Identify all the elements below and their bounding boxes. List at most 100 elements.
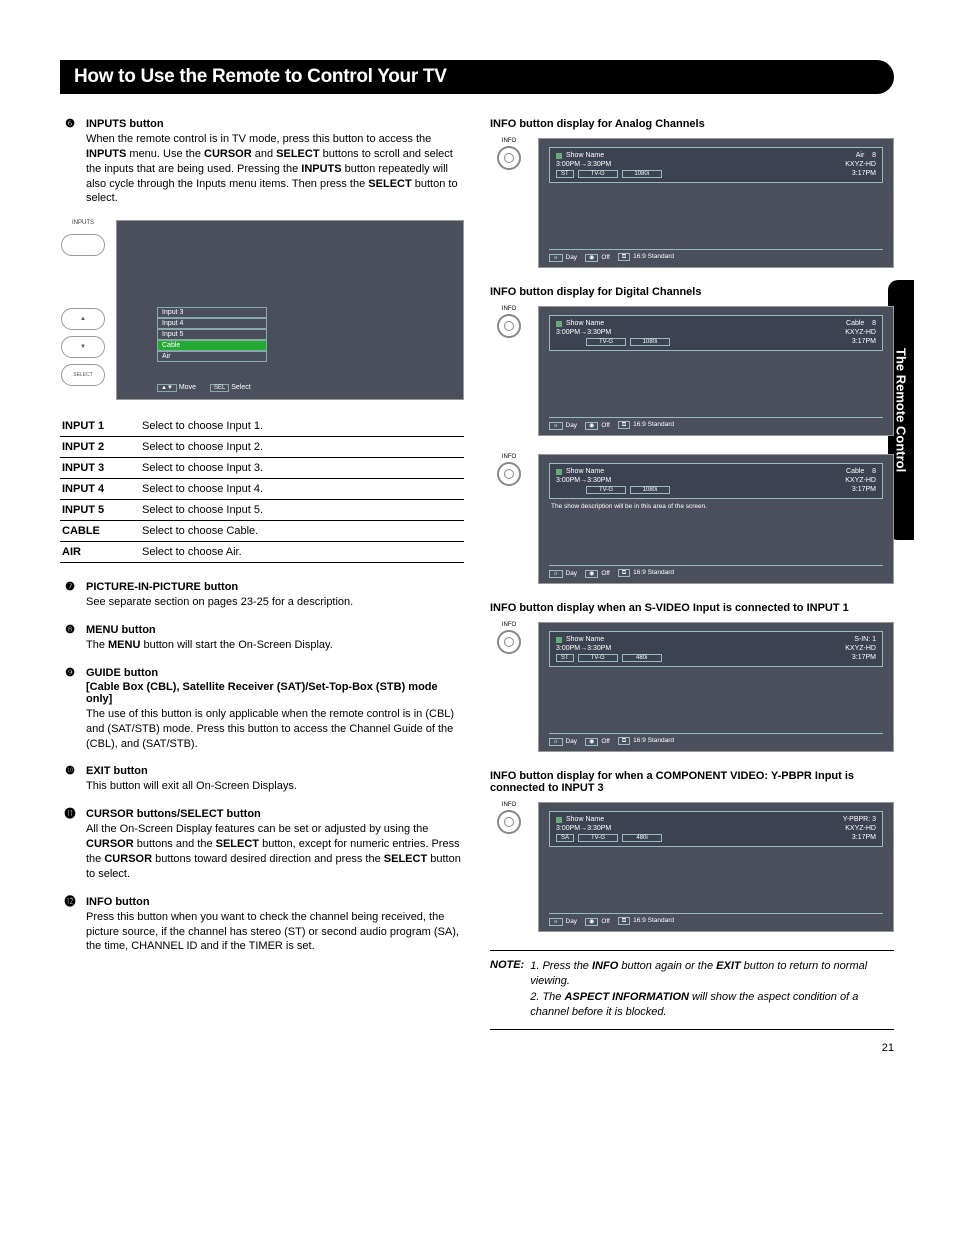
note-item-1: 1. Press the INFO button again or the EX… — [530, 959, 894, 990]
hint-sel: Select — [231, 384, 250, 391]
remote-up-button[interactable]: ▲ — [61, 308, 105, 330]
aspect-key-icon: ⧉ — [618, 917, 630, 925]
remote-info-button[interactable] — [497, 314, 521, 338]
channel-id: KXYZ-HD — [845, 161, 876, 168]
table-row: INPUT 3Select to choose Input 3. — [60, 458, 464, 479]
off-key-icon: ◉ — [585, 918, 598, 926]
heading-info-ypbpr: INFO button display for when a COMPONENT… — [490, 770, 894, 794]
bullet-12: ⓬ — [60, 896, 80, 955]
clock: 3:17PM — [852, 170, 876, 178]
channel-number: 8 — [872, 152, 876, 159]
text-pip-button: See separate section on pages 23-25 for … — [86, 595, 464, 610]
remote-info-button[interactable] — [497, 810, 521, 834]
info-remote-label: INFO — [490, 802, 528, 808]
bullet-9: ❾ — [60, 667, 80, 752]
table-row: CABLESelect to choose Cable. — [60, 521, 464, 542]
left-column: ❻ INPUTS button When the remote control … — [60, 118, 464, 968]
remote-info-button[interactable] — [497, 146, 521, 170]
channel-number: 8 — [872, 468, 876, 475]
show-name: Show Name — [566, 320, 604, 327]
heading-menu-button: MENU button — [86, 624, 464, 636]
source-label: Cable — [846, 320, 864, 327]
show-dot-icon — [556, 637, 562, 643]
info-icon — [504, 817, 514, 827]
info-remote-label: INFO — [490, 622, 528, 628]
show-dot-icon — [556, 817, 562, 823]
inputs-screen-illustration: INPUTS ▲ ▼ SELECT Input 3 Input 4 Input … — [60, 220, 464, 400]
resolution-pill: 1080i — [630, 338, 670, 346]
clock: 3:17PM — [852, 654, 876, 662]
bullet-8: ❽ — [60, 624, 80, 653]
item-guide-button: ❾ GUIDE button [Cable Box (CBL), Satelli… — [60, 667, 464, 752]
info-screen-analog: INFO Show Name Air 8 3:00PM→3:30PM KXYZ-… — [490, 138, 894, 268]
source-label: S-IN: 1 — [854, 636, 876, 643]
channel-id: KXYZ-HD — [845, 477, 876, 484]
table-row: INPUT 4Select to choose Input 4. — [60, 479, 464, 500]
remote-inputs-label: INPUTS — [72, 220, 94, 226]
info-screen-digital-2: INFO Show Name Cable 8 3:00PM→3:30PM KXY… — [490, 454, 894, 584]
remote-info-button[interactable] — [497, 462, 521, 486]
input-list-item-selected: Cable — [157, 340, 267, 351]
remote-down-button[interactable]: ▼ — [61, 336, 105, 358]
subheading-guide-button: [Cable Box (CBL), Satellite Receiver (SA… — [86, 681, 464, 705]
audio-pill: ST — [556, 654, 574, 662]
aspect-key-icon: ⧉ — [618, 421, 630, 429]
inputs-tv-box: Input 3 Input 4 Input 5 Cable Air ▲▼ Mov… — [116, 220, 464, 400]
info-icon — [504, 321, 514, 331]
text-inputs-button: When the remote control is in TV mode, p… — [86, 132, 464, 206]
remote-select-button[interactable]: SELECT — [61, 364, 105, 386]
text-exit-button: This button will exit all On-Screen Disp… — [86, 779, 464, 794]
input-list-item: Air — [157, 351, 267, 362]
audio-pill: SA — [556, 834, 574, 842]
page-number: 21 — [60, 1042, 894, 1054]
show-time: 3:00PM→3:30PM — [556, 329, 611, 336]
right-column: INFO button display for Analog Channels … — [490, 118, 894, 1030]
rating-pill: TV-G — [586, 486, 626, 494]
show-name: Show Name — [566, 816, 604, 823]
text-cursor-buttons: All the On-Screen Display features can b… — [86, 822, 464, 881]
show-time: 3:00PM→3:30PM — [556, 645, 611, 652]
info-icon — [504, 637, 514, 647]
audio-pill: ST — [556, 170, 574, 178]
aspect-key-icon: ⧉ — [618, 569, 630, 577]
resolution-pill: 480i — [622, 654, 662, 662]
remote-inputs-button[interactable] — [61, 234, 105, 256]
source-label: Cable — [846, 468, 864, 475]
table-row: INPUT 5Select to choose Input 5. — [60, 500, 464, 521]
channel-id: KXYZ-HD — [845, 825, 876, 832]
heading-info-svideo: INFO button display when an S-VIDEO Inpu… — [490, 602, 894, 614]
clock: 3:17PM — [852, 338, 876, 346]
day-key-icon: ☼ — [549, 254, 563, 262]
item-pip-button: ❼ PICTURE-IN-PICTURE button See separate… — [60, 581, 464, 610]
bullet-11: ⓫ — [60, 808, 80, 881]
bullet-7: ❼ — [60, 581, 80, 610]
input-list-item: Input 3 — [157, 307, 267, 318]
off-key-icon: ◉ — [585, 570, 598, 578]
hint-move-key: ▲▼ — [157, 384, 177, 392]
channel-id: KXYZ-HD — [845, 329, 876, 336]
info-screen-digital-1: INFO Show Name Cable 8 3:00PM→3:30PM KXY… — [490, 306, 894, 436]
bullet-10: ❿ — [60, 765, 80, 794]
heading-guide-button: GUIDE button — [86, 667, 464, 679]
info-remote-label: INFO — [490, 138, 528, 144]
channel-id: KXYZ-HD — [845, 645, 876, 652]
note-tag: NOTE: — [490, 959, 524, 1021]
off-key-icon: ◉ — [585, 254, 598, 262]
day-key-icon: ☼ — [549, 422, 563, 430]
off-key-icon: ◉ — [585, 738, 598, 746]
heading-exit-button: EXIT button — [86, 765, 464, 777]
heading-info-digital: INFO button display for Digital Channels — [490, 286, 894, 298]
info-remote-label: INFO — [490, 454, 528, 460]
item-exit-button: ❿ EXIT button This button will exit all … — [60, 765, 464, 794]
bullet-6: ❻ — [60, 118, 80, 206]
item-info-button: ⓬ INFO button Press this button when you… — [60, 896, 464, 955]
table-row: INPUT 2Select to choose Input 2. — [60, 437, 464, 458]
remote-info-button[interactable] — [497, 630, 521, 654]
resolution-pill: 1080i — [622, 170, 662, 178]
text-menu-button: The MENU button will start the On-Screen… — [86, 638, 464, 653]
rating-pill: TV-G — [578, 170, 618, 178]
item-cursor-buttons: ⓫ CURSOR buttons/SELECT button All the O… — [60, 808, 464, 881]
note-item-2: 2. The ASPECT INFORMATION will show the … — [530, 990, 894, 1021]
info-icon — [504, 153, 514, 163]
show-time: 3:00PM→3:30PM — [556, 477, 611, 484]
